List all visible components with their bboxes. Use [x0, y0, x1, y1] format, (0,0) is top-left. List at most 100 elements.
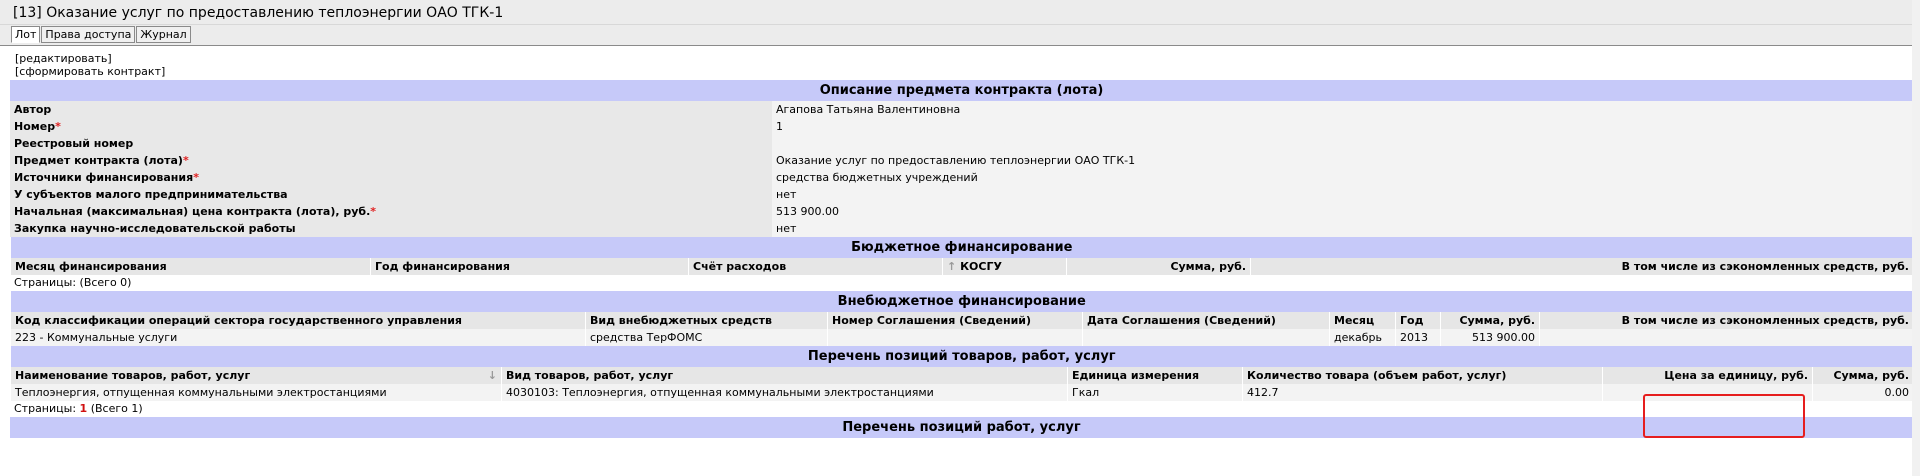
field-label-text: Реестровый номер [14, 137, 134, 150]
col-goods-name-label: Наименование товаров, работ, услуг [15, 369, 251, 382]
required-asterisk: * [370, 205, 377, 218]
field-label-text: Источники финансирования [14, 171, 194, 184]
col-kosgu-label: КОСГУ [960, 260, 1002, 273]
lot-panel: [редактировать] [сформировать контракт] … [10, 45, 1913, 438]
field-row: Номер* 1 [10, 118, 1913, 135]
field-label: Начальная (максимальная) цена контракта … [10, 203, 772, 220]
col-unit[interactable]: Единица измерения [1067, 367, 1243, 384]
budget-table: Бюджетное финансирование Месяц финансиро… [10, 237, 1913, 275]
col-agreement-number[interactable]: Номер Соглашения (Сведений) [827, 312, 1083, 329]
col-month[interactable]: Месяц финансирования [10, 258, 371, 275]
budget-section-title: Бюджетное финансирование [10, 237, 1913, 258]
pager-total: (Всего 1) [90, 402, 143, 415]
field-label: Предмет контракта (лота)* [10, 152, 772, 169]
works-table: Перечень позиций работ, услуг [10, 417, 1913, 438]
goods-section-title: Перечень позиций товаров, работ, услуг [10, 346, 1913, 367]
field-value: нет [772, 186, 1913, 203]
offbudget-section-title: Внебюджетное финансирование [10, 291, 1913, 312]
field-label: Номер* [10, 118, 772, 135]
field-label-text: Номер [14, 120, 56, 133]
col-unit-price[interactable]: Цена за единицу, руб. [1602, 367, 1813, 384]
budget-header-row: Месяц финансирования Год финансирования … [10, 258, 1913, 275]
col-funds-type[interactable]: Вид внебюджетных средств [585, 312, 828, 329]
pager-label: Страницы: [14, 402, 77, 415]
field-label: Автор [10, 101, 772, 118]
table-row[interactable]: Теплоэнергия, отпущенная коммунальными э… [10, 384, 1913, 401]
tabs: Лот Права доступа Журнал [11, 26, 191, 44]
goods-pager: Страницы: 1 (Всего 1) [10, 401, 1913, 417]
page-header: [13] Оказание услуг по предоставлению те… [0, 0, 1920, 25]
col-year[interactable]: Год финансирования [370, 258, 689, 275]
col-total[interactable]: Сумма, руб. [1812, 367, 1913, 384]
col-month[interactable]: Месяц [1329, 312, 1396, 329]
cell-agreement-number [827, 329, 1083, 346]
col-account[interactable]: Счёт расходов [688, 258, 943, 275]
col-agreement-date[interactable]: Дата Соглашения (Сведений) [1082, 312, 1330, 329]
col-account-label: Счёт расходов [693, 260, 787, 273]
goods-table: Перечень позиций товаров, работ, услуг Н… [10, 346, 1913, 401]
contract-table: Описание предмета контракта (лота) [10, 80, 1913, 101]
field-label: Реестровый номер [10, 135, 772, 152]
field-label-text: Предмет контракта (лота) [14, 154, 183, 167]
cell-goods-name: Теплоэнергия, отпущенная коммунальными э… [10, 384, 502, 401]
unit-price-highlight [1643, 394, 1805, 438]
page-title: [13] Оказание услуг по предоставлению те… [13, 5, 504, 21]
field-row: Автор Агапова Татьяна Валентиновна [10, 101, 1913, 118]
col-quantity[interactable]: Количество товара (объем работ, услуг) [1242, 367, 1603, 384]
sort-down-arrow-icon: ↓ [487, 369, 497, 382]
cell-month: декабрь [1329, 329, 1396, 346]
action-links: [редактировать] [сформировать контракт] [10, 45, 1913, 80]
cell-unit: Гкал [1067, 384, 1243, 401]
field-value: 1 [772, 118, 1913, 135]
required-asterisk: * [193, 171, 199, 184]
cell-goods-type: 4030103: Теплоэнергия, отпущенная коммун… [501, 384, 1068, 401]
contract-section-title: Описание предмета контракта (лота) [10, 80, 1913, 101]
col-sum[interactable]: Сумма, руб. [1066, 258, 1251, 275]
field-value [772, 135, 1913, 152]
sort-up-arrow-icon: ↑ [947, 260, 957, 273]
col-goods-type[interactable]: Вид товаров, работ, услуг [501, 367, 1068, 384]
tab-journal[interactable]: Журнал [136, 26, 191, 43]
field-value: Агапова Татьяна Валентиновна [772, 101, 1913, 118]
cell-total: 0.00 [1812, 384, 1913, 401]
col-saved[interactable]: В том числе из сэкономленных средств, ру… [1250, 258, 1913, 275]
table-row[interactable]: 223 - Коммунальные услуги средства ТерФО… [10, 329, 1913, 346]
field-row: Источники финансирования* средства бюджет… [10, 169, 1913, 186]
required-asterisk: * [55, 120, 61, 133]
cell-saved [1539, 329, 1913, 346]
col-saved[interactable]: В том числе из сэкономленных средств, ру… [1539, 312, 1913, 329]
create-contract-link[interactable]: [сформировать контракт] [15, 65, 1910, 78]
offbudget-header-row: Код классификации операций сектора госуд… [10, 312, 1913, 329]
field-row: Начальная (максимальная) цена контракта … [10, 203, 1913, 220]
tab-lot[interactable]: Лот [11, 26, 41, 43]
col-goods-name[interactable]: Наименование товаров, работ, услуг ↓ [10, 367, 502, 384]
field-label: У субъектов малого предпринимательства [10, 186, 772, 203]
field-value: Оказание услуг по предоставлению теплоэн… [772, 152, 1913, 169]
tab-bar [0, 25, 1920, 46]
budget-pager: Страницы: (Всего 0) [14, 276, 132, 289]
tab-access-rights[interactable]: Права доступа [41, 26, 136, 43]
vertical-scrollbar[interactable] [1912, 0, 1920, 476]
cell-funds-type: средства ТерФОМС [585, 329, 828, 346]
col-sum[interactable]: Сумма, руб. [1440, 312, 1540, 329]
field-label-text: Автор [14, 103, 52, 116]
field-row: Закупка научно-исследовательской работы н… [10, 220, 1913, 237]
field-value: средства бюджетных учреждений [772, 169, 1913, 186]
field-row: Реестровый номер [10, 135, 1913, 152]
pager-page-1[interactable]: 1 [80, 402, 88, 415]
field-label: Источники финансирования* [10, 169, 772, 186]
field-label-text: Начальная (максимальная) цена контракта … [14, 205, 371, 218]
cell-year: 2013 [1395, 329, 1441, 346]
contract-fields: Автор Агапова Татьяна Валентиновна Номер* 1… [10, 101, 1913, 237]
col-year[interactable]: Год [1395, 312, 1441, 329]
cell-agreement-date [1082, 329, 1330, 346]
offbudget-table: Внебюджетное финансирование Код классифи… [10, 291, 1913, 346]
field-label: Закупка научно-исследовательской работы [10, 220, 772, 237]
cell-classification-code: 223 - Коммунальные услуги [10, 329, 586, 346]
col-kosgu[interactable]: ↑ КОСГУ [942, 258, 1067, 275]
field-row: Предмет контракта (лота)* Оказание услуг … [10, 152, 1913, 169]
cell-quantity: 412.7 [1242, 384, 1603, 401]
col-classification-code[interactable]: Код классификации операций сектора госуд… [10, 312, 586, 329]
field-row: У субъектов малого предпринимательства не… [10, 186, 1913, 203]
edit-link[interactable]: [редактировать] [15, 52, 1910, 65]
